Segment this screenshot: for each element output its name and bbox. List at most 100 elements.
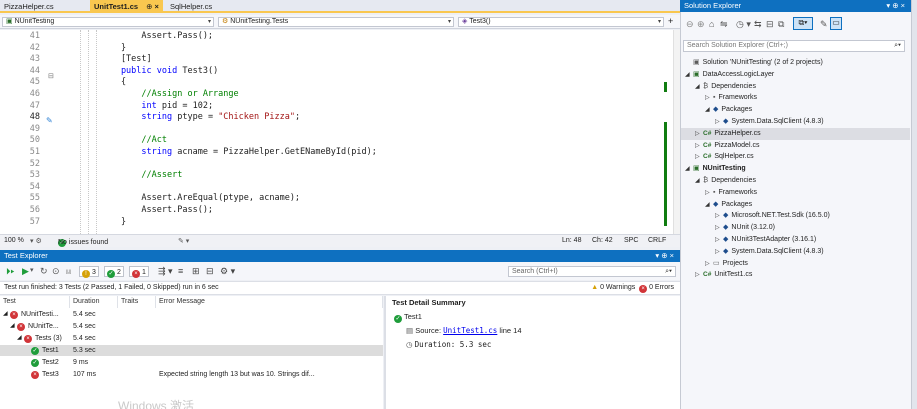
tree-item[interactable]: ◢ ₿ Dependencies: [681, 81, 910, 93]
source-link[interactable]: UnitTest1.cs: [443, 326, 497, 335]
test-row[interactable]: ✓ Test1 5.3 sec: [0, 345, 383, 356]
test-row[interactable]: × Test3 107 ms Expected string length 13 bu…: [0, 369, 383, 380]
window-controls[interactable]: ▾ ⊕ ×: [655, 250, 674, 262]
test-row[interactable]: ✓ Test2 9 ms: [0, 357, 383, 368]
code-line[interactable]: }: [80, 217, 126, 227]
edit-icon[interactable]: ▭: [830, 17, 842, 30]
tree-item[interactable]: ▷ ▪ Frameworks: [681, 92, 910, 104]
tree-item[interactable]: ◢ ₿ Dependencies: [681, 175, 910, 187]
sync-icon[interactable]: ⇆: [754, 19, 762, 30]
tree-item[interactable]: ▷ ◆ NUnit (3.12.0): [681, 222, 910, 234]
show-all-files-icon[interactable]: ⧉: [778, 19, 784, 30]
expand-arrow-icon[interactable]: ▷: [695, 269, 703, 281]
collapse-arrow-icon[interactable]: ◢: [705, 104, 713, 116]
tree-item[interactable]: ◢ ▣ DataAccessLogicLayer: [681, 69, 910, 81]
expand-arrow-icon[interactable]: ▷: [705, 258, 713, 270]
tree-item[interactable]: ▷ ▪ Frameworks: [681, 187, 910, 199]
column-test[interactable]: Test: [0, 296, 70, 308]
tab-pizzahelper[interactable]: PizzaHelper.cs: [0, 0, 58, 13]
expand-arrow-icon[interactable]: ▷: [715, 222, 723, 234]
code-line[interactable]: int pid = 102;: [80, 101, 213, 111]
back-icon[interactable]: ⊖: [686, 19, 694, 30]
expand-arrow-icon[interactable]: ▷: [715, 210, 723, 222]
project-dropdown[interactable]: ▣ NUnitTesting ▾: [2, 17, 214, 27]
list-view-icon[interactable]: ≡: [178, 266, 183, 276]
group-by-icon[interactable]: ⇶ ▾: [158, 266, 173, 276]
close-icon[interactable]: ×: [155, 2, 159, 11]
tree-item[interactable]: ▷ ◆ NUnit3TestAdapter (3.16.1): [681, 234, 910, 246]
tree-item[interactable]: ◢ ◆ Packages: [681, 199, 910, 211]
preview-toggle-icon[interactable]: ⧉▾: [793, 17, 813, 30]
collapse-all-icon[interactable]: ⊟: [766, 19, 774, 30]
expand-arrow-icon[interactable]: ▷: [695, 128, 703, 140]
tree-item[interactable]: ▷ ◆ System.Data.SqlClient (4.8.3): [681, 116, 910, 128]
filter-icon[interactable]: ⩏: [66, 266, 71, 276]
run-icon[interactable]: ▶: [22, 266, 29, 276]
code-line[interactable]: string ptype = "Chicken Pizza";: [80, 112, 300, 122]
forward-icon[interactable]: ⊕: [697, 19, 705, 30]
expand-arrow-icon[interactable]: ▷: [695, 151, 703, 163]
expand-icon[interactable]: ◢: [10, 321, 15, 332]
tree-item[interactable]: ▷ C# SqlHelper.cs: [681, 151, 910, 163]
class-dropdown[interactable]: ⚙ NUnitTesting.Tests ▾: [218, 17, 454, 27]
window-controls[interactable]: ▾ ⊕ ×: [886, 0, 905, 12]
collapse-arrow-icon[interactable]: ◢: [705, 199, 713, 211]
tree-item[interactable]: ◢ ▣ NUnitTesting: [681, 163, 910, 175]
code-line[interactable]: [Test]: [80, 54, 152, 64]
zoom-dropdown-icon[interactable]: ▾ ⚙: [30, 237, 42, 245]
code-line[interactable]: {: [80, 77, 126, 87]
search-icon[interactable]: ⌕▾: [665, 267, 672, 276]
code-line[interactable]: public void Test3(): [80, 66, 218, 76]
collapse-all-icon[interactable]: ⊟: [206, 266, 214, 276]
collapse-icon[interactable]: ⊟: [48, 72, 54, 80]
expand-icon[interactable]: ◢: [17, 333, 22, 344]
code-editor[interactable]: 41 42 43 44 45 46 47 48 49 50 51 52 53 54 55 56 57 Asser…: [0, 30, 673, 234]
pending-changes-icon[interactable]: ◷ ▾: [736, 19, 751, 30]
home-icon[interactable]: ⌂: [709, 19, 714, 29]
code-line[interactable]: }: [80, 43, 126, 53]
code-line[interactable]: Assert.Pass();: [80, 31, 213, 41]
zoom-level[interactable]: 100 %: [4, 237, 24, 244]
tree-item[interactable]: ▷ ◆ System.Data.SqlClient (4.8.3): [681, 246, 910, 258]
settings-icon[interactable]: ⚙ ▾: [220, 266, 235, 276]
editor-scrollbar[interactable]: [673, 30, 680, 234]
tab-sqlhelper[interactable]: SqlHelper.cs: [166, 0, 216, 13]
code-line[interactable]: //Assign or Arrange: [80, 89, 238, 99]
code-line[interactable]: string acname = PizzaHelper.GetENameById…: [80, 147, 376, 157]
repeat-run-icon[interactable]: ↻: [40, 266, 48, 276]
tab-unittest1[interactable]: UnitTest1.cs ⊕ ×: [90, 0, 163, 13]
tree-item[interactable]: ▷ ▭ Projects: [681, 258, 910, 270]
expand-arrow-icon[interactable]: ▷: [715, 116, 723, 128]
test-row[interactable]: ◢ × NUnitTesti... 5.4 sec: [0, 309, 383, 320]
expand-all-icon[interactable]: ⊞: [192, 266, 200, 276]
column-duration[interactable]: Duration: [70, 296, 118, 308]
member-dropdown[interactable]: ◈ Test3() ▾: [458, 17, 664, 27]
expand-icon[interactable]: ◢: [3, 309, 8, 320]
collapse-arrow-icon[interactable]: ◢: [695, 81, 703, 93]
test-row[interactable]: ◢ × NUnitTe... 5.4 sec: [0, 321, 383, 332]
total-tests-badge[interactable]: ! 3: [79, 266, 99, 278]
brush-icon[interactable]: ✎ ▾: [178, 237, 189, 245]
code-line[interactable]: Assert.AreEqual(ptype, acname);: [80, 193, 300, 203]
collapse-arrow-icon[interactable]: ◢: [685, 69, 693, 81]
passed-tests-badge[interactable]: ✓ 2: [104, 266, 124, 278]
column-error-message[interactable]: Error Message: [156, 296, 383, 308]
expand-arrow-icon[interactable]: ▷: [715, 234, 723, 246]
quick-action-icon[interactable]: ✎: [46, 116, 53, 125]
pin-icon[interactable]: ⊕: [146, 2, 152, 11]
solution-search-input[interactable]: Search Solution Explorer (Ctrl+;) ⌕▾: [683, 40, 905, 52]
run-dropdown-icon[interactable]: ▾: [30, 266, 34, 276]
expand-arrow-icon[interactable]: ▷: [715, 246, 723, 258]
code-line[interactable]: Assert.Pass();: [80, 205, 213, 215]
test-search-input[interactable]: Search (Ctrl+I) ⌕▾: [508, 266, 676, 277]
tree-item[interactable]: ▷ C# PizzaHelper.cs: [681, 127, 910, 140]
expand-arrow-icon[interactable]: ▷: [705, 92, 713, 104]
code-line[interactable]: //Act: [80, 135, 167, 145]
expand-arrow-icon[interactable]: ▷: [695, 140, 703, 152]
line-ending[interactable]: CRLF: [648, 237, 666, 244]
test-row[interactable]: ◢ × Tests (3) 5.4 sec: [0, 333, 383, 344]
collapse-arrow-icon[interactable]: ◢: [685, 163, 693, 175]
switch-views-icon[interactable]: ⇋: [720, 19, 728, 30]
column-traits[interactable]: Traits: [118, 296, 156, 308]
warnings-errors[interactable]: ▲ 0 Warnings × 0 Errors: [591, 282, 674, 294]
